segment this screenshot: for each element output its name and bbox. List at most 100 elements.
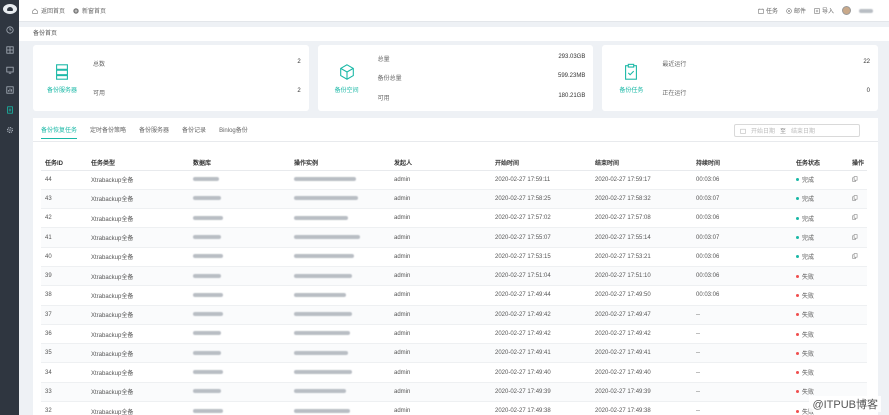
redacted-database-name [193, 331, 221, 336]
copy-icon[interactable] [852, 175, 858, 182]
copy-icon[interactable] [852, 253, 858, 259]
breadcrumb: 备份首页 [19, 27, 889, 41]
tab-backup-records[interactable]: 备份记录 [182, 125, 206, 139]
cell-instance [290, 324, 390, 345]
cell-start-time: 2020-02-27 17:49:44 [491, 285, 591, 306]
cell-instance [290, 305, 390, 325]
copy-icon[interactable] [852, 233, 858, 240]
start-date-placeholder[interactable]: 开始日期 [751, 126, 775, 135]
box-icon [339, 63, 354, 80]
cell-status: 失败 [792, 266, 848, 287]
redacted-instance-address [294, 292, 346, 297]
cell-start-time: 2020-02-27 17:57:02 [491, 208, 591, 229]
cell-database [189, 170, 290, 190]
username-redacted[interactable] [859, 8, 873, 13]
cell-database [189, 324, 290, 345]
status-badge: 失败 [796, 330, 814, 339]
cell-instance [290, 208, 390, 229]
cell-instance [290, 266, 390, 287]
col-actions: 操作 [848, 156, 867, 171]
status-badge: 失败 [796, 349, 814, 358]
home-link[interactable]: 返回首页 [32, 6, 65, 15]
redacted-instance-address [294, 408, 350, 413]
table-row[interactable]: 35 Xtrabackup全备 admin 2020-02-27 17:49:41 20… [41, 343, 867, 364]
watermark: @ITPUB博客 [809, 396, 881, 412]
cell-actions [848, 170, 867, 190]
col-database[interactable]: 数据库 [189, 156, 290, 171]
col-start-time: 开始时间 [491, 156, 591, 171]
table-row[interactable]: 41 Xtrabackup全备 admin 2020-02-27 17:55:07 20… [41, 227, 867, 248]
table-row[interactable]: 42 Xtrabackup全备 admin 2020-02-27 17:57:02 20… [41, 208, 867, 229]
tab-scheduled-policies[interactable]: 定时备份策略 [90, 125, 126, 139]
new-window-link[interactable]: 新窗首页 [73, 6, 106, 15]
cell-start-time: 2020-02-27 17:49:39 [491, 382, 591, 403]
cell-initiator: admin [390, 362, 491, 383]
cell-initiator: admin [390, 208, 491, 229]
mail-button[interactable]: 邮件 [786, 6, 806, 15]
cell-initiator: admin [390, 170, 491, 190]
status-text: 失败 [802, 332, 815, 339]
task-button[interactable]: 任务 [758, 6, 778, 15]
cell-task-type: Xtrabackup全备 [87, 343, 189, 364]
table-row[interactable]: 37 Xtrabackup全备 admin 2020-02-27 17:49:42 20… [41, 305, 867, 325]
tab-backup-restore-tasks[interactable]: 备份恢复任务 [41, 125, 78, 139]
card-title: 备份任务 [619, 87, 644, 94]
sidebar-item-instances[interactable] [0, 40, 19, 60]
col-status[interactable]: 任务状态 [792, 156, 848, 171]
sidebar-item-settings[interactable] [0, 120, 19, 140]
cell-database [189, 247, 290, 267]
cell-actions [848, 247, 867, 267]
monitor-icon [5, 66, 14, 74]
status-dot-icon [796, 178, 799, 182]
table-row[interactable]: 44 Xtrabackup全备 admin 2020-02-27 17:59:11 20… [41, 170, 867, 190]
cell-database [189, 266, 290, 287]
stat-label: 最近运行 [662, 62, 687, 68]
cell-actions [848, 189, 867, 210]
cell-duration: -- [692, 324, 792, 345]
new-window-link-label: 新窗首页 [82, 9, 107, 15]
status-dot-icon [796, 332, 799, 336]
stat-label: 总数 [93, 62, 106, 68]
table-row[interactable]: 40 Xtrabackup全备 admin 2020-02-27 17:53:15 20… [41, 247, 867, 267]
table-row[interactable]: 38 Xtrabackup全备 admin 2020-02-27 17:49:44 20… [41, 285, 867, 306]
cell-end-time: 2020-02-27 17:59:17 [591, 170, 692, 190]
cell-task-id: 35 [41, 343, 87, 364]
table-row[interactable]: 43 Xtrabackup全备 admin 2020-02-27 17:58:25 20… [41, 189, 867, 210]
sidebar-item-stats[interactable] [0, 80, 19, 100]
table-row[interactable]: 36 Xtrabackup全备 admin 2020-02-27 17:49:42 20… [41, 324, 867, 345]
cell-task-id: 33 [41, 382, 87, 403]
avatar[interactable] [842, 6, 851, 15]
stat-label: 可用 [377, 95, 390, 102]
table-row[interactable]: 33 Xtrabackup全备 admin 2020-02-27 17:49:39 20… [41, 382, 867, 403]
table-row[interactable]: 34 Xtrabackup全备 admin 2020-02-27 17:49:40 20… [41, 362, 867, 383]
date-range-picker[interactable]: 开始日期 至 结束日期 [734, 124, 860, 137]
copy-icon[interactable] [852, 214, 858, 220]
backup-space-card: 备份空间 总量 293.03GB 备份总量 599.23MB 可用 180.21GB [317, 45, 594, 111]
import-button[interactable]: 导入 [814, 6, 834, 15]
tab-binlog-backup[interactable]: Binlog备份 [219, 125, 248, 139]
status-dot-icon [796, 371, 799, 375]
cell-instance [290, 401, 390, 415]
stat-value: 22 [863, 59, 871, 65]
copy-icon[interactable] [852, 195, 858, 201]
table-row[interactable]: 39 Xtrabackup全备 admin 2020-02-27 17:51:04 20… [41, 266, 867, 287]
date-separator: 至 [780, 129, 787, 135]
bar-chart-icon [5, 86, 14, 94]
card-title: 备份空间 [334, 87, 359, 94]
card-stat-row: 可用 2 [93, 88, 301, 97]
cell-duration: 00:03:06 [692, 170, 792, 190]
cloud-logo-icon [2, 4, 17, 14]
sidebar-item-backup[interactable] [0, 100, 19, 120]
tab-backup-servers[interactable]: 备份服务器 [139, 125, 169, 139]
cell-task-id: 38 [41, 285, 87, 306]
sidebar-item-monitor[interactable] [0, 60, 19, 80]
clipboard-check-icon [625, 63, 638, 80]
table-row[interactable]: 32 Xtrabackup全备 admin 2020-02-27 17:49:38 20… [41, 401, 867, 415]
stat-label: 正在运行 [662, 91, 687, 97]
end-date-placeholder[interactable]: 结束日期 [791, 126, 815, 135]
cell-initiator: admin [390, 305, 491, 325]
task-button-label: 任务 [765, 9, 778, 15]
sidebar-item-overview[interactable] [0, 20, 19, 40]
cell-status: 完成 [792, 247, 848, 267]
cell-status: 失败 [792, 324, 848, 345]
